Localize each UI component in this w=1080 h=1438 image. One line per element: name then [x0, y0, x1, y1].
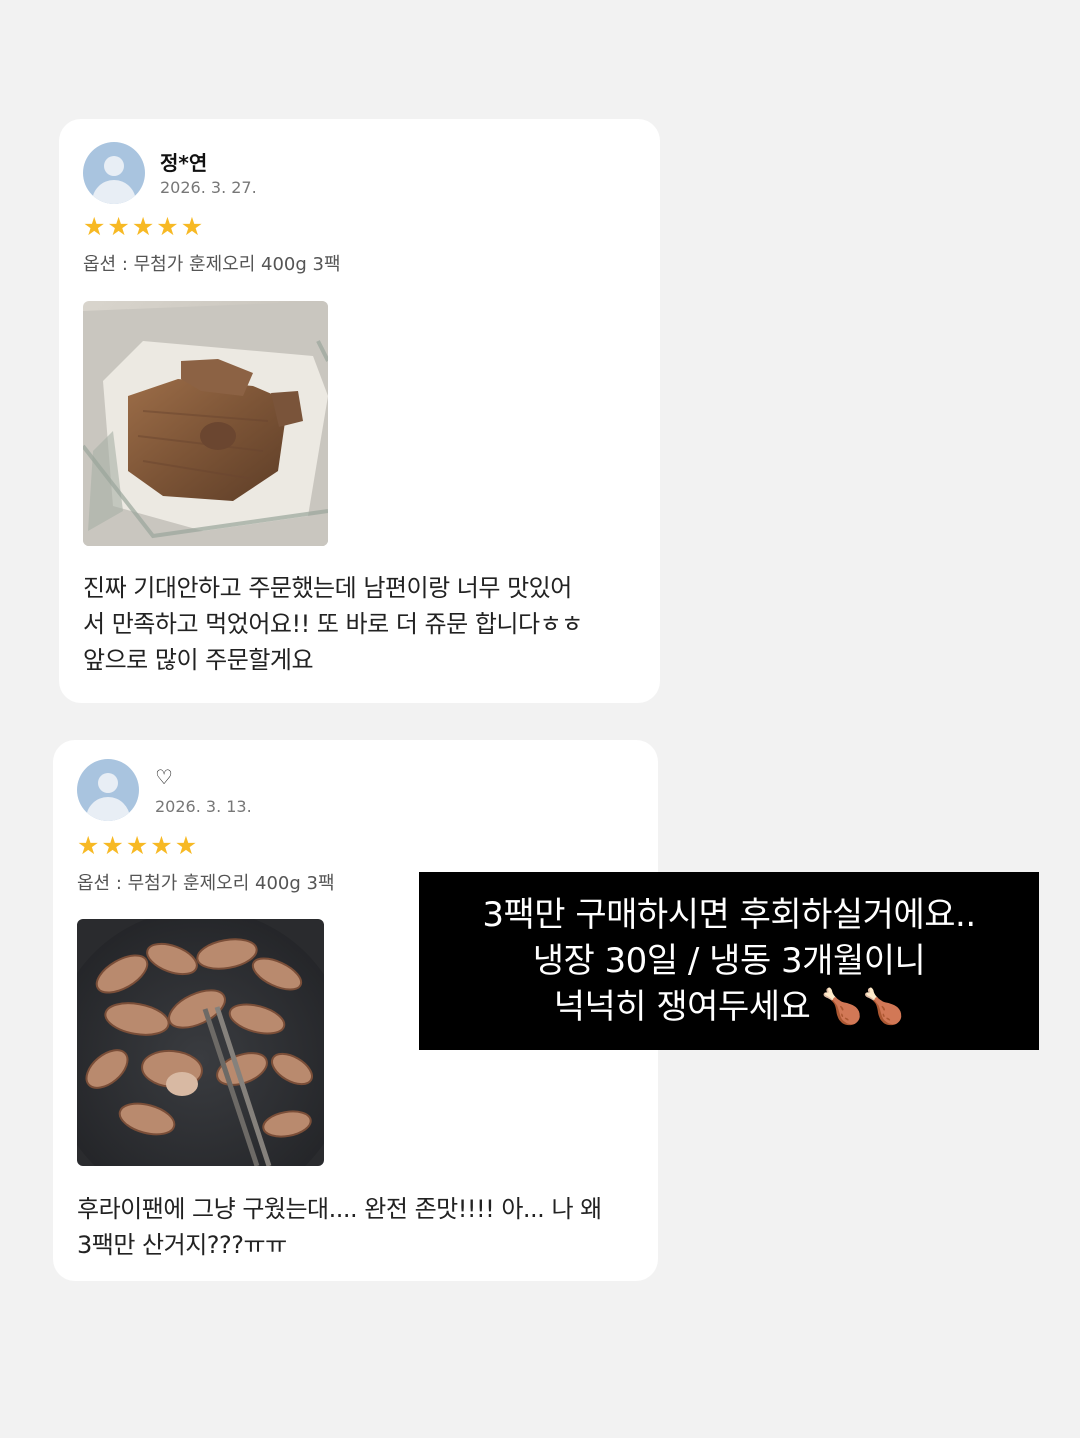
star-icon: ★	[107, 212, 130, 241]
user-avatar-icon	[77, 759, 139, 821]
star-icon: ★	[150, 831, 173, 860]
star-icon: ★	[131, 212, 155, 241]
star-rating: ★ ★ ★ ★ ★	[83, 214, 203, 239]
review-body: 진짜 기대안하고 주문했는데 남편이랑 너무 맛있어 서 만족하고 먹었어요!!…	[83, 574, 583, 674]
star-icon: ★	[77, 831, 100, 860]
review-author: 정*연	[160, 151, 208, 175]
purchase-option: 옵션 : 무첨가 훈제오리 400g 3팩	[77, 873, 335, 894]
smoked-duck-container-image	[83, 301, 328, 546]
star-icon: ★	[180, 212, 204, 241]
star-rating: ★ ★ ★ ★ ★	[77, 833, 197, 858]
review-photo[interactable]	[83, 301, 328, 546]
star-icon: ★	[125, 831, 149, 860]
review-author: ♡	[155, 765, 173, 789]
star-icon: ★	[156, 212, 179, 241]
user-avatar-icon	[83, 142, 145, 204]
caption-line: 3팩만 구매하시면 후회하실거에요..	[482, 895, 976, 935]
review-photo[interactable]	[77, 919, 324, 1166]
caption-line: 냉장 30일 / 냉동 3개월이니	[532, 941, 926, 981]
review-date: 2026. 3. 27.	[160, 178, 257, 197]
caption-line: 넉넉히 쟁여두세요 🍗🍗	[553, 987, 905, 1027]
caption-overlay: 3팩만 구매하시면 후회하실거에요.. 냉장 30일 / 냉동 3개월이니 넉넉…	[419, 872, 1039, 1050]
star-icon: ★	[83, 212, 106, 241]
purchase-option: 옵션 : 무첨가 훈제오리 400g 3팩	[83, 254, 341, 275]
review-card: 정*연 2026. 3. 27. ★ ★ ★ ★ ★ 옵션 : 무첨가 훈제오리…	[59, 119, 660, 703]
star-icon: ★	[101, 831, 124, 860]
star-icon: ★	[174, 831, 198, 860]
review-body: 후라이팬에 그냥 구웠는대.... 완전 존맛!!!! 아... 나 왜 3팩만…	[77, 1195, 602, 1259]
review-date: 2026. 3. 13.	[155, 797, 252, 816]
duck-in-frying-pan-image	[77, 919, 324, 1166]
